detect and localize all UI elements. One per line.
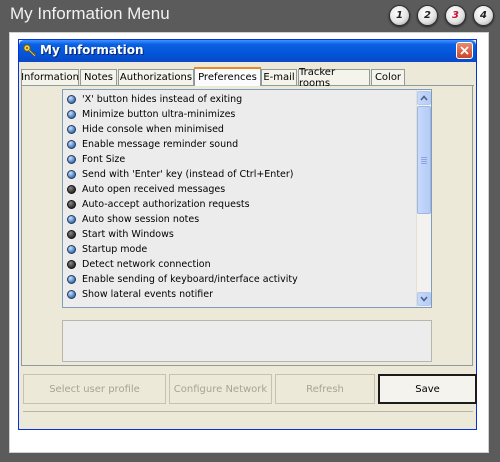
list-item[interactable]: Detect network connection bbox=[67, 257, 417, 272]
window-titlebar[interactable]: My Information bbox=[19, 40, 476, 62]
status-bar bbox=[23, 411, 473, 425]
tab-email[interactable]: E-mail bbox=[261, 69, 297, 85]
list-item-label: Enable sending of keyboard/interface act… bbox=[82, 274, 298, 285]
radio-icon bbox=[67, 260, 76, 269]
page-2-button[interactable]: 2 bbox=[417, 5, 438, 26]
page-4-button[interactable]: 4 bbox=[473, 5, 494, 26]
radio-icon bbox=[67, 230, 76, 239]
refresh-button[interactable]: Refresh bbox=[275, 374, 375, 404]
list-item-label: Startup mode bbox=[82, 244, 148, 255]
close-button[interactable] bbox=[456, 42, 473, 59]
list-item-label: Start with Windows bbox=[82, 229, 174, 240]
page-navigation: 1 2 3 4 bbox=[389, 5, 494, 26]
list-item[interactable]: Auto open received messages bbox=[67, 182, 417, 197]
list-item[interactable]: Font Size bbox=[67, 152, 417, 167]
list-item[interactable]: Show lateral events notifier bbox=[67, 287, 417, 302]
list-item[interactable]: Send with 'Enter' key (instead of Ctrl+E… bbox=[67, 167, 417, 182]
list-item[interactable]: Enable message reminder sound bbox=[67, 137, 417, 152]
page-1-button[interactable]: 1 bbox=[389, 5, 410, 26]
configure-network-button[interactable]: Configure Network bbox=[169, 374, 272, 404]
tab-preferences[interactable]: Preferences bbox=[194, 67, 261, 86]
tab-color[interactable]: Color bbox=[371, 69, 405, 85]
list-item[interactable]: 'X' button hides instead of exiting bbox=[67, 92, 417, 107]
close-icon bbox=[460, 46, 469, 55]
vertical-scrollbar[interactable] bbox=[416, 90, 431, 307]
radio-icon bbox=[67, 200, 76, 209]
radio-icon bbox=[67, 110, 76, 119]
list-item-label: Hide console when minimised bbox=[82, 124, 224, 135]
radio-icon bbox=[67, 140, 76, 149]
list-item[interactable]: Hide console when minimised bbox=[67, 122, 417, 137]
list-item-label: Show lateral events notifier bbox=[82, 289, 214, 300]
preferences-list[interactable]: 'X' button hides instead of exiting Mini… bbox=[62, 89, 432, 308]
radio-icon bbox=[67, 275, 76, 284]
tab-information[interactable]: Information bbox=[21, 69, 79, 85]
radio-icon bbox=[67, 245, 76, 254]
radio-icon bbox=[67, 170, 76, 179]
list-item-label: Enable message reminder sound bbox=[82, 139, 239, 150]
chevron-down-icon bbox=[420, 296, 428, 302]
button-row: Select user profile Configure Network Re… bbox=[23, 374, 477, 404]
tab-authorizations[interactable]: Authorizations bbox=[118, 69, 194, 85]
scroll-up-button[interactable] bbox=[417, 91, 431, 105]
tab-strip: Information Notes Authorizations Prefere… bbox=[21, 67, 474, 89]
list-item[interactable]: Auto show session notes bbox=[67, 212, 417, 227]
radio-icon bbox=[67, 215, 76, 224]
description-box bbox=[62, 320, 432, 362]
list-item[interactable]: Enable sending of keyboard/interface act… bbox=[67, 272, 417, 287]
page-3-button[interactable]: 3 bbox=[445, 5, 466, 26]
select-user-profile-button[interactable]: Select user profile bbox=[23, 374, 166, 404]
scroll-down-button[interactable] bbox=[417, 292, 431, 306]
list-item[interactable]: Start with Windows bbox=[67, 227, 417, 242]
radio-icon bbox=[67, 155, 76, 164]
list-item[interactable]: Auto-accept authorization requests bbox=[67, 197, 417, 212]
list-item-label: 'X' button hides instead of exiting bbox=[82, 94, 243, 105]
list-item-label: Auto-accept authorization requests bbox=[82, 199, 250, 210]
tab-tracker-rooms[interactable]: Tracker rooms bbox=[298, 67, 370, 89]
grip-icon bbox=[421, 156, 427, 164]
list-item[interactable]: Minimize button ultra-minimizes bbox=[67, 107, 417, 122]
list-item-label: Font Size bbox=[82, 154, 126, 165]
menu-title: My Information Menu bbox=[10, 4, 170, 23]
list-item-label: Auto show session notes bbox=[82, 214, 200, 225]
radio-icon bbox=[67, 185, 76, 194]
list-item-label: Detect network connection bbox=[82, 259, 211, 270]
tab-notes[interactable]: Notes bbox=[80, 69, 117, 85]
radio-icon bbox=[67, 125, 76, 134]
radio-icon bbox=[67, 95, 76, 104]
list-item[interactable]: Startup mode bbox=[67, 242, 417, 257]
key-icon bbox=[23, 44, 37, 57]
list-item-label: Auto open received messages bbox=[82, 184, 226, 195]
chevron-up-icon bbox=[420, 95, 428, 101]
radio-icon bbox=[67, 290, 76, 299]
list-item-label: Send with 'Enter' key (instead of Ctrl+E… bbox=[82, 169, 294, 180]
my-information-window: My Information Information Notes Authori… bbox=[18, 39, 477, 430]
scroll-thumb[interactable] bbox=[417, 106, 431, 214]
list-item-label: Minimize button ultra-minimizes bbox=[82, 109, 236, 120]
save-button[interactable]: Save bbox=[378, 374, 477, 404]
window-title: My Information bbox=[40, 43, 144, 57]
